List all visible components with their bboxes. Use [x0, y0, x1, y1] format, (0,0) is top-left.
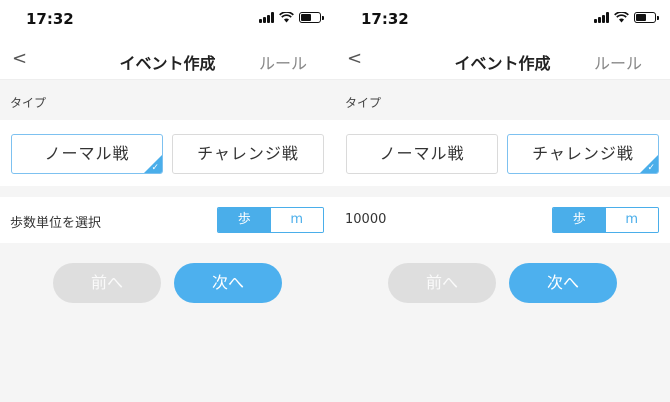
type-option-normal[interactable]: ノーマル戦	[346, 134, 498, 174]
unit-segmented-control: 歩 m	[217, 207, 324, 233]
battery-icon	[299, 12, 324, 23]
prev-button[interactable]: 前へ	[388, 263, 496, 303]
unit-option-meters[interactable]: m	[270, 208, 323, 232]
type-option-challenge[interactable]: チャレンジ戦 ✓	[507, 134, 659, 174]
type-section-label: タイプ	[10, 96, 47, 110]
checkmark-icon: ✓	[647, 163, 656, 173]
unit-option-steps[interactable]: 歩	[553, 208, 606, 232]
type-option-challenge[interactable]: チャレンジ戦	[172, 134, 324, 174]
status-icons	[259, 12, 324, 23]
step-goal-value: 10000	[345, 212, 387, 227]
type-option-normal[interactable]: ノーマル戦 ✓	[11, 134, 163, 174]
nav-bar: < イベント作成 ルール	[335, 40, 670, 80]
next-button[interactable]: 次へ	[509, 263, 617, 303]
battery-icon	[634, 12, 659, 23]
unit-option-meters[interactable]: m	[605, 208, 658, 232]
type-option-label: チャレンジ戦	[532, 144, 634, 163]
type-section-label: タイプ	[345, 96, 382, 110]
nav-bar: < イベント作成 ルール	[0, 40, 335, 80]
wifi-icon	[279, 12, 294, 23]
unit-row: 10000 歩 m	[335, 197, 670, 243]
status-time: 17:32	[26, 10, 74, 28]
unit-row: 歩数単位を選択 歩 m	[0, 197, 335, 243]
type-selector: ノーマル戦 ✓ チャレンジ戦	[0, 120, 335, 186]
checkmark-icon: ✓	[151, 163, 160, 173]
status-bar: 17:32	[0, 0, 335, 40]
unit-segmented-control: 歩 m	[552, 207, 659, 233]
screen-left: 17:32 < イベント作成 ルール タイプ ノーマル戦 ✓ チャレンジ戦 歩数	[0, 0, 335, 402]
unit-option-steps[interactable]: 歩	[218, 208, 271, 232]
wifi-icon	[614, 12, 629, 23]
type-selector: ノーマル戦 チャレンジ戦 ✓	[335, 120, 670, 186]
prev-button[interactable]: 前へ	[53, 263, 161, 303]
next-button[interactable]: 次へ	[174, 263, 282, 303]
status-time: 17:32	[361, 10, 409, 28]
rule-link[interactable]: ルール	[594, 50, 642, 74]
unit-row-label: 歩数単位を選択	[10, 216, 102, 231]
status-bar: 17:32	[335, 0, 670, 40]
type-option-label: ノーマル戦	[379, 144, 465, 163]
rule-link[interactable]: ルール	[259, 50, 307, 74]
status-icons	[594, 12, 659, 23]
type-option-label: ノーマル戦	[44, 144, 130, 163]
signal-icon	[259, 12, 274, 23]
signal-icon	[594, 12, 609, 23]
screen-right: 17:32 < イベント作成 ルール タイプ ノーマル戦 チャレンジ戦 ✓ 10	[335, 0, 670, 402]
type-option-label: チャレンジ戦	[197, 144, 299, 163]
